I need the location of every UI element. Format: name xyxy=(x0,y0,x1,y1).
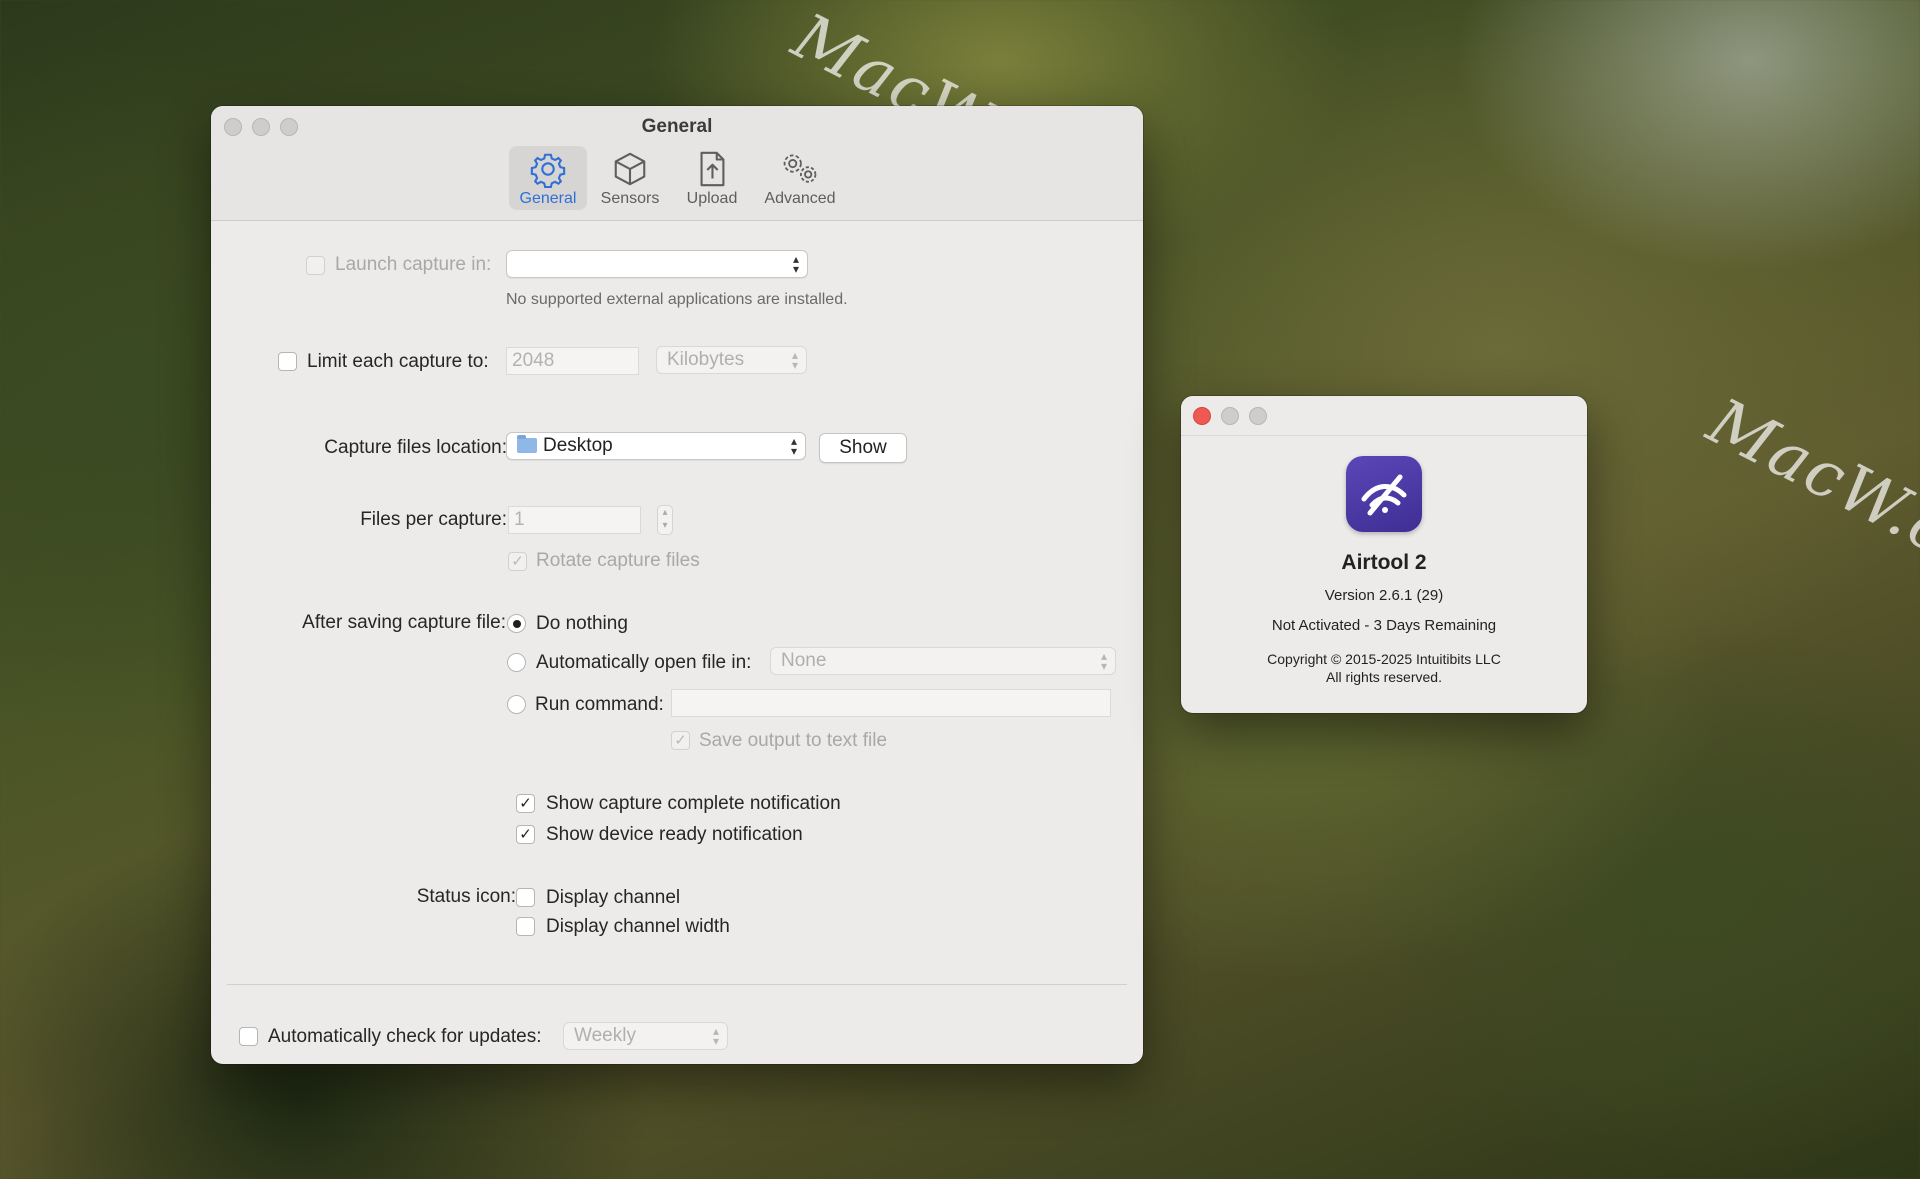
chevron-updown-icon: ▴ ▾ xyxy=(712,1024,719,1048)
display-channel-label: Display channel xyxy=(546,887,681,908)
about-close-button[interactable] xyxy=(1193,407,1211,425)
activation-status: Not Activated - 3 Days Remaining xyxy=(1271,617,1497,634)
tab-general-label: General xyxy=(519,190,577,207)
run-command-field[interactable] xyxy=(671,689,1111,717)
launch-capture-checkbox[interactable] xyxy=(306,256,325,275)
airtool-app-icon xyxy=(1346,456,1422,532)
chevron-updown-icon: ▴ ▾ xyxy=(791,348,798,372)
general-settings-pane: Launch capture in: ▴ ▾ No supported exter… xyxy=(211,221,1143,1064)
capture-complete-notification-checkbox[interactable]: ✓ xyxy=(516,794,535,813)
limit-capture-unit-value: Kilobytes xyxy=(667,349,745,370)
no-apps-note: No supported external applications are i… xyxy=(506,291,848,308)
cube-icon xyxy=(614,152,646,186)
open-file-in-popup[interactable]: None ▴ ▾ xyxy=(770,647,1116,675)
chevron-updown-icon: ▴ ▾ xyxy=(790,434,797,458)
device-ready-notification-checkbox[interactable]: ✓ xyxy=(516,825,535,844)
chevron-updown-icon: ▴ ▾ xyxy=(1100,649,1107,673)
auto-update-label: Automatically check for updates: xyxy=(268,1026,542,1047)
files-per-capture-field[interactable]: 1 xyxy=(508,506,641,534)
launch-capture-label: Launch capture in: xyxy=(335,254,492,275)
about-window: Airtool 2 Version 2.6.1 (29) Not Activat… xyxy=(1181,396,1587,713)
auto-open-label: Automatically open file in: xyxy=(536,652,752,673)
auto-update-checkbox[interactable] xyxy=(239,1027,258,1046)
radio-do-nothing[interactable] xyxy=(507,614,526,633)
watermark-right: MacW.com xyxy=(1696,385,1920,617)
rotate-files-checkbox[interactable]: ✓ xyxy=(508,552,527,571)
show-location-button[interactable]: Show xyxy=(819,433,907,463)
run-command-label: Run command: xyxy=(535,694,664,715)
copyright-text: Copyright © 2015-2025 Intuitibits LLC xyxy=(1267,651,1501,667)
capture-location-label: Capture files location: xyxy=(324,437,507,458)
chevron-updown-icon: ▴ ▾ xyxy=(792,252,799,276)
limit-capture-label: Limit each capture to: xyxy=(307,351,489,372)
tab-sensors[interactable]: Sensors xyxy=(591,146,669,210)
launch-capture-popup[interactable]: ▴ ▾ xyxy=(506,250,808,278)
limit-capture-unit-popup[interactable]: Kilobytes ▴ ▾ xyxy=(656,346,807,374)
app-version: Version 2.6.1 (29) xyxy=(1324,587,1444,604)
display-channel-checkbox[interactable] xyxy=(516,888,535,907)
limit-capture-size-field[interactable]: 2048 xyxy=(506,347,639,375)
gears-icon xyxy=(783,154,817,183)
update-frequency-value: Weekly xyxy=(574,1025,636,1046)
tab-advanced-label: Advanced xyxy=(764,190,836,207)
rotate-files-label: Rotate capture files xyxy=(536,550,700,571)
save-output-label: Save output to text file xyxy=(699,730,888,751)
about-zoom-button[interactable] xyxy=(1249,407,1267,425)
open-file-in-value: None xyxy=(781,650,827,671)
upload-doc-icon xyxy=(700,151,725,187)
tab-sensors-label: Sensors xyxy=(600,190,660,207)
preferences-window: General General Sensors Upload Advanced … xyxy=(211,106,1143,1064)
do-nothing-label: Do nothing xyxy=(536,613,628,634)
rights-text: All rights reserved. xyxy=(1326,669,1442,685)
gear-icon xyxy=(530,153,566,188)
about-titlebar xyxy=(1181,396,1587,436)
display-channel-width-label: Display channel width xyxy=(546,916,730,937)
tab-advanced[interactable]: Advanced xyxy=(755,146,845,210)
update-frequency-popup[interactable]: Weekly ▴ ▾ xyxy=(563,1022,728,1050)
capture-location-value: Desktop xyxy=(543,435,613,456)
status-icon-label: Status icon: xyxy=(416,886,516,907)
save-output-checkbox[interactable]: ✓ xyxy=(671,731,690,750)
files-per-capture-stepper[interactable]: ▴ ▾ xyxy=(657,505,673,535)
radio-run-command[interactable] xyxy=(507,695,526,714)
preferences-toolbar: General Sensors Upload Advanced xyxy=(211,146,1143,210)
limit-capture-checkbox[interactable] xyxy=(278,352,297,371)
tab-upload[interactable]: Upload xyxy=(673,146,751,210)
about-window-controls xyxy=(1193,407,1267,425)
capture-complete-notification-label: Show capture complete notification xyxy=(546,793,841,814)
about-minimize-button[interactable] xyxy=(1221,407,1239,425)
folder-icon xyxy=(517,435,537,453)
divider xyxy=(227,984,1127,985)
after-saving-label: After saving capture file: xyxy=(302,612,506,633)
tab-general[interactable]: General xyxy=(509,146,587,210)
preferences-titlebar: General General Sensors Upload Advanced xyxy=(211,106,1143,221)
tab-upload-label: Upload xyxy=(686,190,738,207)
files-per-capture-label: Files per capture: xyxy=(360,509,507,530)
radio-auto-open[interactable] xyxy=(507,653,526,672)
window-title: General xyxy=(641,116,713,137)
capture-location-popup[interactable]: Desktop ▴ ▾ xyxy=(506,432,806,460)
display-channel-width-checkbox[interactable] xyxy=(516,917,535,936)
device-ready-notification-label: Show device ready notification xyxy=(546,824,803,845)
app-name: Airtool 2 xyxy=(1341,551,1427,574)
